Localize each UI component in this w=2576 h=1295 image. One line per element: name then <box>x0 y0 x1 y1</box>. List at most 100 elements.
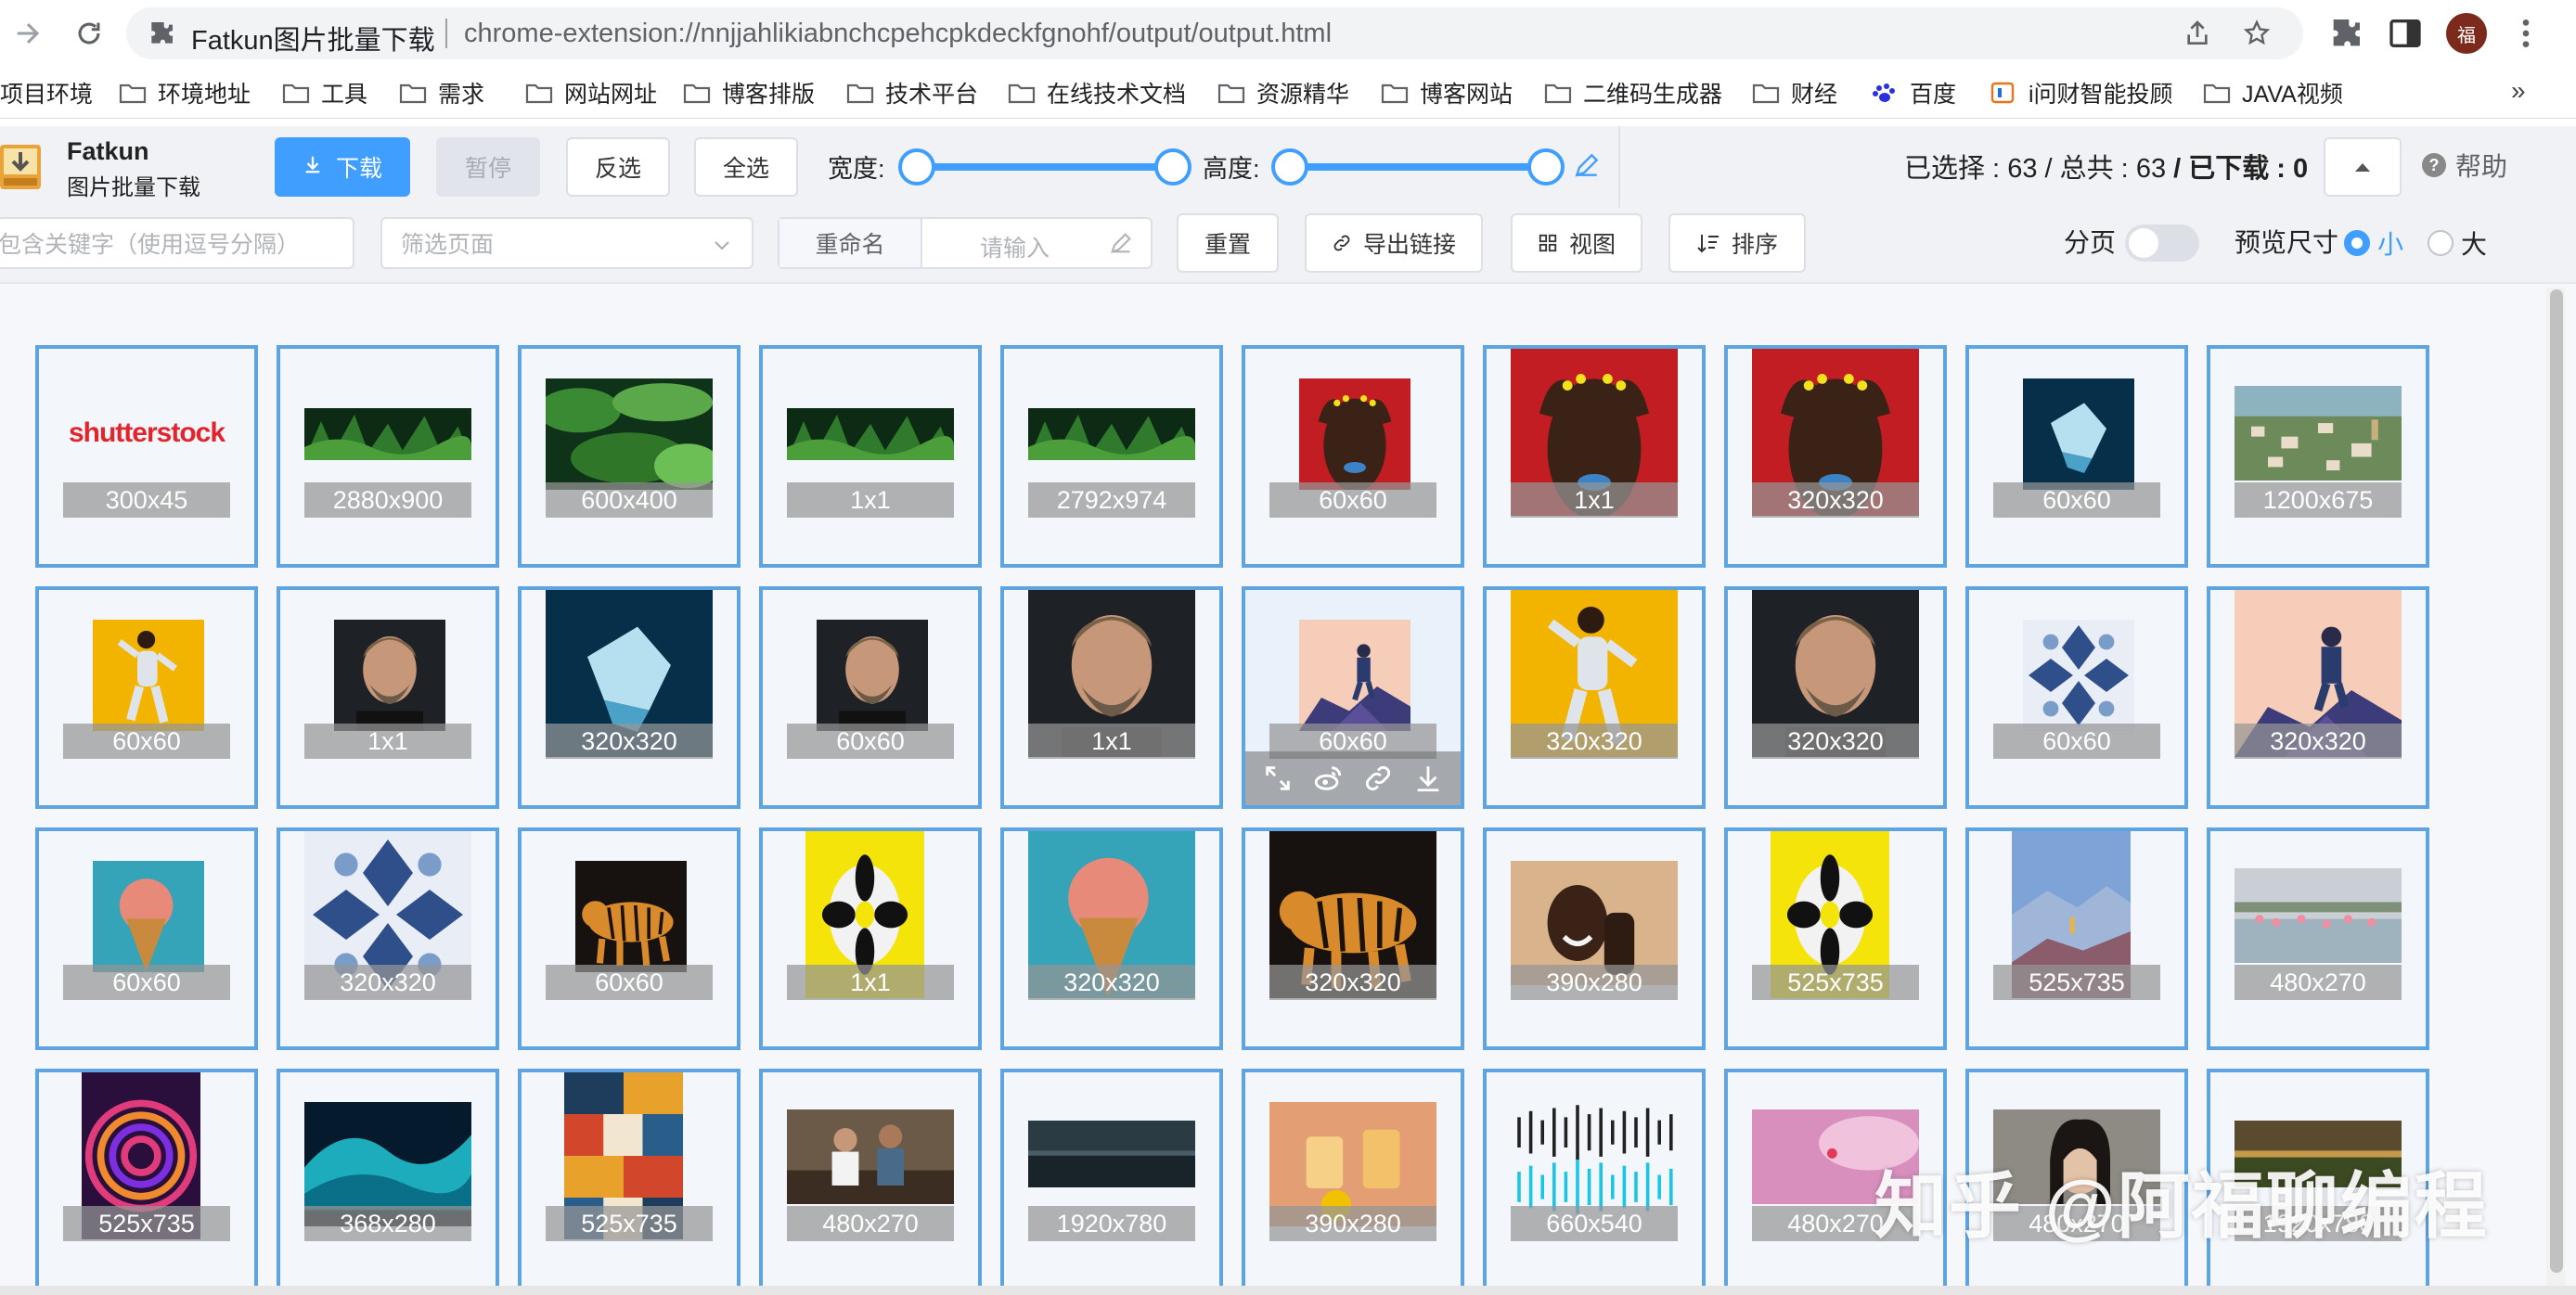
image-size-label: 2792x974 <box>1028 482 1195 518</box>
bookmark-item[interactable]: 项目环境 <box>0 76 93 109</box>
image-card[interactable]: 60x60 <box>1965 586 2188 809</box>
image-card[interactable]: 320x320 <box>1724 586 1947 809</box>
image-size-label: 525x735 <box>63 1206 230 1241</box>
image-size-label: 1x1 <box>1511 482 1678 518</box>
download-image-icon[interactable] <box>1412 763 1444 794</box>
preview-size-small-radio[interactable]: 小 <box>2344 224 2403 262</box>
image-card[interactable]: 60x60 <box>35 827 258 1050</box>
image-card[interactable]: 2880x900 <box>277 345 499 568</box>
profile-avatar[interactable]: 福 <box>2446 13 2487 54</box>
bookmark-folder[interactable]: 博客排版 <box>683 76 815 109</box>
image-card[interactable]: 60x60 <box>1965 345 2188 568</box>
image-thumbnail <box>787 1109 954 1204</box>
image-card[interactable]: 660x540 <box>1483 1069 1706 1286</box>
image-card[interactable]: shutterstock 300x45 <box>35 345 258 568</box>
image-card[interactable]: 525x735 <box>35 1069 258 1286</box>
bookmark-folder[interactable]: 资源精华 <box>1217 76 1349 109</box>
image-card[interactable]: 525x735 <box>1724 827 1947 1050</box>
reset-button[interactable]: 重置 <box>1177 213 1279 273</box>
width-slider-min-handle[interactable] <box>898 148 935 186</box>
bookmark-folder[interactable]: 工具 <box>282 76 367 109</box>
bookmark-folder[interactable]: 财经 <box>1752 76 1837 109</box>
image-card[interactable]: 525x735 <box>518 1069 741 1286</box>
select-all-button[interactable]: 全选 <box>694 137 798 197</box>
width-slider-max-handle[interactable] <box>1154 148 1191 186</box>
view-button[interactable]: 视图 <box>1511 213 1642 273</box>
preview-size-large-radio[interactable]: 大 <box>2428 224 2487 262</box>
image-card[interactable]: 368x280 <box>277 1069 499 1286</box>
grid-view-icon <box>1539 234 1557 252</box>
forward-icon[interactable] <box>7 13 48 54</box>
omnibox[interactable]: Fatkun图片批量下载 chrome-extension://nnjjahli… <box>126 7 2303 59</box>
image-card[interactable]: 1200x675 <box>2207 345 2429 568</box>
image-size-label: 390x280 <box>1269 1206 1436 1241</box>
help-link[interactable]: ? 帮助 <box>2422 147 2507 184</box>
image-card[interactable]: 320x320 <box>1242 827 1464 1050</box>
image-card[interactable]: 320x320 <box>1000 827 1223 1050</box>
paging-toggle[interactable] <box>2125 224 2199 262</box>
height-slider-max-handle[interactable] <box>1527 148 1565 186</box>
invert-selection-button[interactable]: 反选 <box>566 137 670 197</box>
width-range-slider[interactable] <box>898 148 1191 186</box>
image-card[interactable]: 480x270 <box>2207 827 2429 1050</box>
image-card[interactable]: 1x1 <box>759 345 982 568</box>
height-slider-min-handle[interactable] <box>1271 148 1308 186</box>
bookmark-item[interactable]: i问财智能投顾 <box>1990 76 2173 109</box>
image-card[interactable]: 320x320 <box>2207 586 2429 809</box>
pause-button[interactable]: 暂停 <box>436 137 540 197</box>
edit-size-icon[interactable] <box>1572 150 1602 180</box>
image-card[interactable]: 320x320 <box>1483 586 1706 809</box>
keyword-filter-input[interactable]: 包含关键字（使用逗号分隔） <box>0 217 354 269</box>
image-card[interactable]: 480x270 <box>759 1069 982 1286</box>
bookmark-folder[interactable]: JAVA视频 <box>2203 76 2343 109</box>
image-card[interactable]: 1x1 <box>1483 345 1706 568</box>
image-card[interactable]: 1920x780 <box>1000 1069 1223 1286</box>
height-range-slider[interactable] <box>1271 148 1565 186</box>
collapse-up-button[interactable] <box>2324 137 2402 197</box>
image-card[interactable]: 1x1 <box>759 827 982 1050</box>
scrollbar-thumb[interactable] <box>2550 289 2563 1273</box>
image-card[interactable]: 60x60 <box>1242 345 1464 568</box>
image-card[interactable]: 525x735 <box>1965 827 2188 1050</box>
image-card[interactable]: 320x320 <box>1724 345 1947 568</box>
bookmark-folder[interactable]: 技术平台 <box>846 76 978 109</box>
vertical-scrollbar[interactable] <box>2546 288 2565 1286</box>
bookmark-item[interactable]: 百度 <box>1871 76 1956 109</box>
rename-input-group[interactable]: 重命名 请输入 <box>778 217 1153 269</box>
export-links-button[interactable]: 导出链接 <box>1305 213 1483 273</box>
share-icon[interactable] <box>2183 19 2212 48</box>
image-card[interactable]: 600x400 <box>518 345 741 568</box>
page-filter-select[interactable]: 筛选页面 <box>380 217 753 269</box>
bookmark-folder[interactable]: 网站网址 <box>525 76 657 109</box>
expand-icon[interactable] <box>1262 763 1294 794</box>
image-card[interactable]: 320x320 <box>277 827 499 1050</box>
download-button[interactable]: 下载 <box>275 137 410 197</box>
bookmark-folder[interactable]: 需求 <box>399 76 484 109</box>
side-panel-icon[interactable] <box>2387 15 2424 52</box>
image-card[interactable]: 1x1 <box>1000 586 1223 809</box>
bookmark-folder[interactable]: 环境地址 <box>119 76 251 109</box>
reload-icon[interactable] <box>69 13 109 54</box>
folder-icon <box>1217 83 1245 104</box>
edit-icon[interactable] <box>1108 230 1134 256</box>
bookmark-folder[interactable]: 博客网站 <box>1381 76 1513 109</box>
image-card[interactable]: 1x1 <box>277 586 499 809</box>
extensions-puzzle-icon[interactable] <box>2327 15 2364 52</box>
bookmarks-more-button[interactable]: » <box>2511 76 2526 106</box>
bookmark-star-icon[interactable] <box>2242 19 2272 48</box>
bookmark-folder[interactable]: 二维码生成器 <box>1544 76 1722 109</box>
image-card[interactable]: 320x320 <box>518 586 741 809</box>
image-card[interactable]: 390x280 <box>1483 827 1706 1050</box>
image-card[interactable]: 60x60 <box>759 586 982 809</box>
kebab-menu-icon[interactable] <box>2507 15 2544 52</box>
image-card[interactable]: 60x60 <box>1242 586 1464 809</box>
weibo-share-icon[interactable] <box>1312 763 1344 794</box>
image-card[interactable]: 60x60 <box>35 586 258 809</box>
sort-button[interactable]: 排序 <box>1668 213 1806 273</box>
image-card[interactable]: 2792x974 <box>1000 345 1223 568</box>
image-size-label: 525x735 <box>546 1206 713 1241</box>
copy-link-icon[interactable] <box>1362 763 1394 794</box>
image-card[interactable]: 390x280 <box>1242 1069 1464 1286</box>
image-card[interactable]: 60x60 <box>518 827 741 1050</box>
bookmark-folder[interactable]: 在线技术文档 <box>1008 76 1186 109</box>
